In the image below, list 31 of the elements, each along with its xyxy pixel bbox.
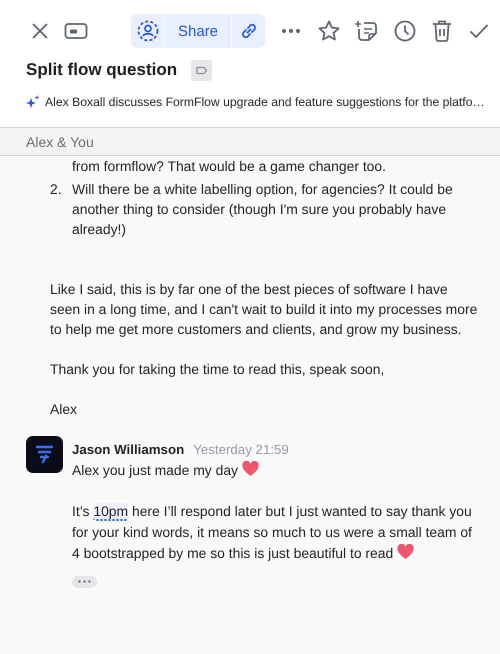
sparkle-icon: [26, 95, 40, 109]
message-paragraph: It’s 10pm here I’ll respond later but I just wanted to say thank you for your kind words, it means so much to us were a small team of 4 bootstrapped by me so this is just beautiful to read: [72, 502, 473, 563]
more-icon[interactable]: [281, 28, 302, 34]
check-icon[interactable]: [469, 23, 490, 39]
conversation-participants: Alex & You: [26, 134, 94, 150]
ai-summary: Alex Boxall discusses FormFlow upgrade and feature suggestions for the platfo…: [45, 95, 485, 109]
message-paragraph: Like I said, this is by far one of the best pieces of software I have seen in a long time, and I can't wait to build it into my processes more to help me get more customers and clients, and grow my business.: [50, 280, 478, 339]
assign-button[interactable]: [131, 14, 164, 48]
sender-name: Jason Williamson: [72, 441, 184, 459]
clock-icon[interactable]: [393, 19, 418, 43]
thread-title: Split flow question: [26, 60, 178, 80]
person-icon: [136, 20, 158, 42]
delete-icon[interactable]: [431, 19, 454, 43]
ellipsis-icon: [78, 580, 91, 583]
show-quoted-button[interactable]: [72, 576, 97, 588]
copy-link-button[interactable]: [232, 14, 266, 48]
time-link[interactable]: 10pm: [93, 503, 128, 521]
list-item-text: from formflow? That would be a game changer too.: [72, 157, 386, 176]
message-paragraph: Alex: [50, 400, 78, 419]
share-button[interactable]: Share: [165, 14, 232, 48]
avatar-logo-icon: [26, 436, 63, 473]
message-paragraph: Alex you just made my day: [72, 460, 480, 481]
window-icon[interactable]: [64, 21, 88, 41]
star-icon[interactable]: [317, 19, 342, 43]
label-icon[interactable]: [191, 60, 212, 80]
message-time: Yesterday 21:59: [193, 441, 289, 459]
message-paragraph: Thank you for taking the time to read this, speak soon,: [50, 360, 386, 379]
list-number: 2.: [50, 180, 63, 199]
note-icon[interactable]: [355, 19, 380, 43]
list-item-text: Will there be a white labelling option, for agencies? It could be another thing to consider (though I'm sure you probably have already!): [72, 180, 454, 239]
close-icon[interactable]: [30, 21, 50, 41]
